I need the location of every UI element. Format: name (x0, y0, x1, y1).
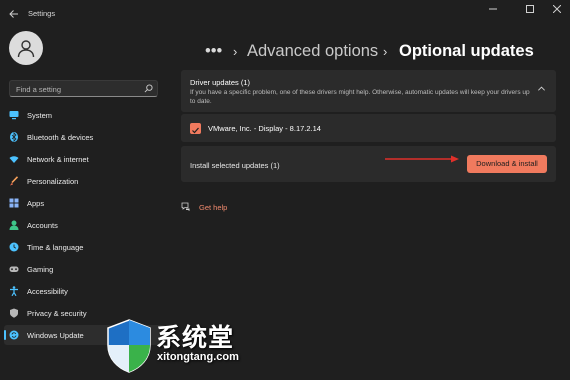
chevron-up-icon[interactable] (537, 84, 546, 93)
sync-icon (9, 330, 19, 340)
minimize-button[interactable] (482, 4, 504, 18)
breadcrumb-separator-icon: › (233, 44, 238, 59)
controller-icon (9, 266, 19, 272)
sidebar-item-label: Accessibility (27, 287, 68, 296)
bluetooth-icon (10, 132, 18, 142)
breadcrumb-ellipsis[interactable]: ••• (205, 42, 222, 61)
checkmark-icon (192, 127, 199, 134)
monitor-icon (9, 111, 19, 120)
sidebar-item-label: Time & language (27, 243, 84, 252)
driver-updates-description: If you have a specific problem, one of t… (190, 89, 530, 105)
sidebar-item-accounts[interactable]: Accounts (4, 215, 166, 235)
close-button[interactable] (546, 4, 568, 18)
sidebar-item-gaming[interactable]: Gaming (4, 259, 166, 279)
install-bar: Install selected updates (1) Download & … (181, 146, 556, 182)
driver-updates-title: Driver updates (1) (190, 78, 251, 87)
person-avatar-icon (17, 40, 35, 58)
sidebar-item-label: Apps (27, 199, 45, 208)
title-bar: Settings (0, 0, 570, 28)
maximize-button[interactable] (519, 4, 541, 18)
help-chat-icon (181, 202, 190, 211)
accessibility-icon (10, 286, 18, 296)
watermark-shield-logo (107, 319, 151, 373)
active-indicator (4, 330, 6, 340)
page-title: Optional updates (399, 42, 534, 60)
sidebar-item-network[interactable]: Network & internet (4, 149, 166, 169)
brush-icon (10, 176, 19, 186)
download-install-button[interactable]: Download & install (467, 155, 547, 173)
watermark-url: xitongtang.com (157, 351, 239, 363)
search-input[interactable]: Find a setting (9, 80, 158, 97)
avatar[interactable] (9, 31, 43, 65)
breadcrumb-separator-icon: › (383, 44, 388, 59)
sidebar-item-personalization[interactable]: Personalization (4, 171, 166, 191)
sidebar-item-label: Privacy & security (27, 309, 87, 318)
install-selected-label: Install selected updates (1) (190, 161, 280, 170)
sidebar-item-label: Network & internet (27, 155, 89, 164)
search-placeholder: Find a setting (16, 85, 62, 94)
person-icon (9, 220, 19, 230)
sidebar-item-time-language[interactable]: Time & language (4, 237, 166, 257)
sidebar-item-label: Gaming (27, 265, 54, 274)
driver-item-label: VMware, Inc. - Display - 8.17.2.14 (208, 124, 321, 133)
back-arrow-icon[interactable] (6, 6, 22, 22)
driver-checkbox[interactable] (190, 123, 201, 134)
sidebar-item-label: Windows Update (27, 331, 84, 340)
sidebar-item-label: Personalization (27, 177, 79, 186)
apps-icon (9, 198, 19, 208)
sidebar-item-system[interactable]: System (4, 105, 166, 125)
sidebar-item-label: Accounts (27, 221, 58, 230)
driver-updates-header[interactable]: Driver updates (1) If you have a specifi… (181, 70, 556, 112)
breadcrumb-parent[interactable]: Advanced options (247, 42, 378, 61)
annotation-arrow-icon (385, 155, 459, 163)
sidebar-item-bluetooth[interactable]: Bluetooth & devices (4, 127, 166, 147)
wifi-icon (9, 156, 19, 163)
globe-clock-icon (9, 242, 19, 252)
watermark-title: 系统堂 (156, 324, 235, 352)
sidebar-item-apps[interactable]: Apps (4, 193, 166, 213)
get-help-link[interactable]: Get help (199, 203, 227, 212)
sidebar-item-label: System (27, 111, 53, 120)
driver-item-row: VMware, Inc. - Display - 8.17.2.14 (181, 114, 556, 142)
window-title: Settings (28, 9, 56, 18)
sidebar-item-label: Bluetooth & devices (27, 133, 94, 142)
shield-icon (10, 308, 18, 318)
search-icon (144, 84, 153, 93)
sidebar-item-accessibility[interactable]: Accessibility (4, 281, 166, 301)
